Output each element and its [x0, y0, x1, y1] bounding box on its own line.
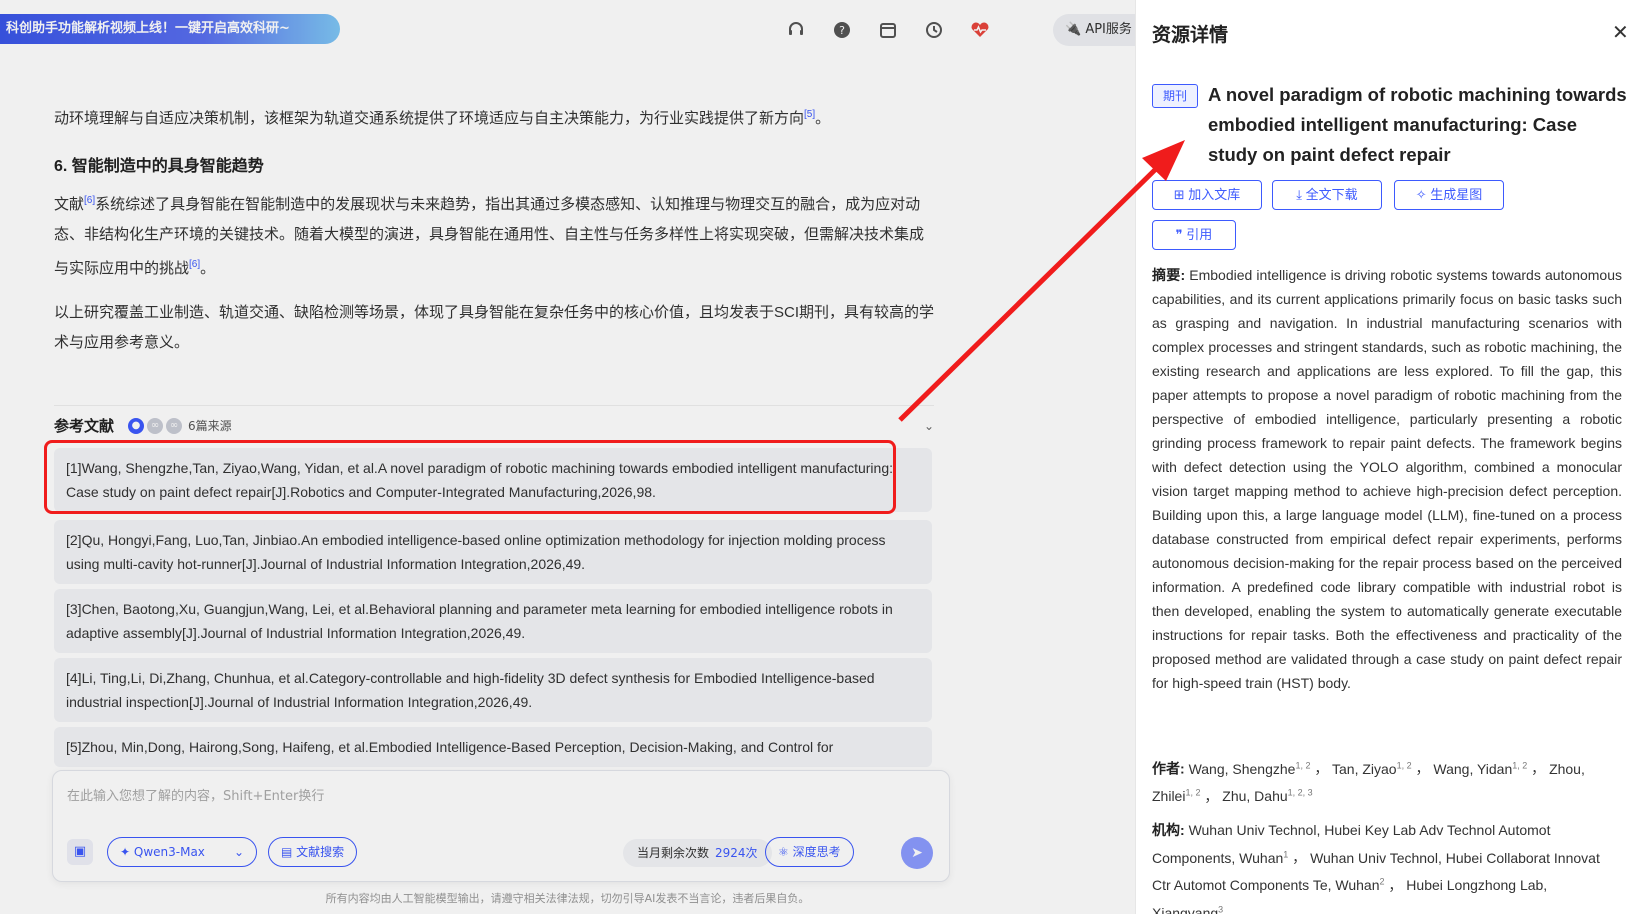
- affiliations: 机构: Wuhan Univ Technol, Hubei Key Lab Ad…: [1152, 818, 1622, 914]
- history-icon[interactable]: [919, 15, 949, 45]
- chat-input-placeholder[interactable]: 在此输入您想了解的内容，Shift+Enter换行: [67, 785, 324, 804]
- source-logo-icon: ●: [128, 417, 145, 434]
- answer-content: 动环境理解与自适应决策机制，该框架为轨道交通系统提供了环境适应与自主决策能力，为…: [54, 100, 934, 358]
- annotation-highlight-box: [44, 440, 896, 514]
- quota-label: 当月剩余次数: [637, 846, 710, 860]
- quote-icon: ❞: [1175, 227, 1183, 242]
- reference-item-3[interactable]: [3]Chen, Baotong,Xu, Guangjun,Wang, Lei,…: [54, 589, 932, 653]
- paragraph-2-text-a: 文献: [54, 196, 85, 213]
- chat-input-box[interactable]: 在此输入您想了解的内容，Shift+Enter换行 ▣ ✦ Qwen3-Max …: [52, 770, 950, 882]
- calendar-icon[interactable]: [873, 15, 903, 45]
- paragraph-2: 文献[6]系统综述了具身智能在智能制造中的发展现状与未来趋势，指出其通过多模态感…: [54, 186, 934, 284]
- model-select[interactable]: ✦ Qwen3-Max ⌄: [107, 837, 257, 867]
- paragraph-2-end: 。: [200, 260, 216, 277]
- author-name-superscript: 1, 2: [1512, 760, 1528, 770]
- author-name-superscript: 1, 2: [1295, 760, 1311, 770]
- top-bar: 科创助手功能解析视频上线！一键开启高效科研~ ? 🔌 API服务: [0, 0, 1135, 58]
- citation-link[interactable]: [6]: [84, 195, 95, 206]
- paragraph-2-text-b: 系统综述了具身智能在智能制造中的发展现状与未来趋势，指出其通过多模态感知、认知推…: [54, 196, 925, 277]
- affiliations-label: 机构:: [1152, 822, 1185, 838]
- source-icons: ● ∞ ∞: [128, 417, 183, 434]
- author-name[interactable]: Wang, Shengzhe1, 2: [1189, 760, 1311, 777]
- folder-add-icon: ⊞: [1173, 187, 1185, 202]
- paragraph-3: 以上研究覆盖工业制造、轨道交通、缺陷检测等场景，体现了具身智能在复杂任务中的核心…: [54, 304, 935, 351]
- paragraph-1-end: 。: [815, 110, 831, 127]
- affiliation-list: Wuhan Univ Technol, Hubei Key Lab Adv Te…: [1152, 822, 1600, 914]
- deep-think-label: 深度思考: [792, 845, 841, 859]
- affiliation-name-superscript: 3: [1218, 904, 1224, 914]
- heart-monitor-icon[interactable]: [965, 15, 995, 45]
- disclaimer: 所有内容均由人工智能模型输出，请遵守相关法律法规，切勿引导AI发表不当言论，违者…: [325, 892, 810, 905]
- paper-title: A novel paradigm of robotic machining to…: [1208, 84, 1627, 165]
- download-button[interactable]: ⤓ 全文下载: [1272, 180, 1382, 210]
- send-icon[interactable]: ➤: [901, 837, 933, 869]
- abstract-text: Embodied intelligence is driving robotic…: [1152, 267, 1622, 691]
- add-library-label: 加入文库: [1188, 187, 1241, 202]
- svg-text:?: ?: [839, 24, 845, 37]
- author-name-superscript: 1, 2, 3: [1287, 787, 1313, 798]
- journal-badge: 期刊: [1152, 84, 1198, 108]
- plug-icon: 🔌: [1065, 22, 1082, 37]
- separator: ，: [1288, 849, 1311, 866]
- model-icon: ✦: [120, 845, 131, 859]
- section-heading: 6. 智能制造中的具身智能趋势: [54, 158, 264, 175]
- references-header: 参考文献 ● ∞ ∞ 6篇来源 ⌄: [54, 405, 934, 435]
- api-service-button[interactable]: 🔌 API服务: [1053, 14, 1135, 46]
- separator: ，: [1310, 760, 1332, 777]
- close-icon[interactable]: ✕: [1612, 20, 1629, 45]
- separator: ，: [1384, 877, 1407, 894]
- document-icon: ▤: [281, 845, 293, 859]
- model-select-label: Qwen3-Max: [133, 845, 205, 859]
- cite-button[interactable]: ❞ 引用: [1152, 220, 1236, 250]
- panel-title: 资源详情: [1152, 25, 1229, 46]
- separator: ，: [1527, 760, 1550, 777]
- paragraph-1: 动环境理解与自适应决策机制，该框架为轨道交通系统提供了环境适应与自主决策能力，为…: [54, 100, 934, 134]
- author-name-superscript: 1, 2: [1185, 787, 1201, 798]
- literature-search-button[interactable]: ▤ 文献搜索: [268, 837, 358, 867]
- paragraph-1-text: 动环境理解与自适应决策机制，该框架为轨道交通系统提供了环境适应与自主决策能力，为…: [54, 110, 805, 127]
- author-name[interactable]: Zhu, Dahu1, 2, 3: [1222, 787, 1313, 805]
- authors: 作者: Wang, Shengzhe1, 2 ， Tan, Ziyao1, 2 …: [1152, 753, 1622, 808]
- atom-icon: ⚛: [778, 845, 789, 859]
- reference-item-4[interactable]: [4]Li, Ting,Li, Di,Zhang, Chunhua, et al…: [54, 658, 932, 722]
- download-icon: ⤓: [1296, 187, 1303, 202]
- cite-label: 引用: [1186, 227, 1213, 242]
- star-map-label: 生成星图: [1430, 187, 1483, 202]
- quota-value: 2924次: [715, 846, 758, 860]
- download-label: 全文下载: [1305, 187, 1358, 202]
- star-map-button[interactable]: ✧ 生成星图: [1394, 180, 1504, 210]
- link-icon: ∞: [166, 417, 183, 434]
- reference-item-5[interactable]: [5]Zhou, Min,Dong, Hairong,Song, Haifeng…: [54, 727, 932, 767]
- literature-search-label: 文献搜索: [296, 845, 345, 859]
- folder-icon[interactable]: ▣: [67, 839, 93, 865]
- author-name-superscript: 1, 2: [1396, 760, 1412, 770]
- author-list: Wang, Shengzhe1, 2 ， Tan, Ziyao1, 2 ， Wa…: [1152, 760, 1585, 805]
- separator: ，: [1411, 760, 1434, 777]
- deep-think-button[interactable]: ⚛ 深度思考: [765, 837, 854, 867]
- chevron-down-icon: ⌄: [233, 845, 244, 859]
- add-library-button[interactable]: ⊞ 加入文库: [1152, 180, 1262, 210]
- resource-detail-panel: 资源详情 ✕ 期刊 A novel paradigm of robotic ma…: [1135, 0, 1635, 914]
- promo-banner[interactable]: 科创助手功能解析视频上线！一键开启高效科研~: [0, 14, 340, 44]
- authors-label: 作者:: [1152, 760, 1185, 777]
- api-service-label: API服务: [1085, 22, 1132, 37]
- author-name[interactable]: Wang, Yidan1, 2: [1433, 760, 1528, 777]
- link-icon: ∞: [147, 417, 164, 434]
- abstract: 摘要: Embodied intelligence is driving rob…: [1152, 263, 1622, 695]
- abstract-label: 摘要:: [1152, 267, 1186, 283]
- help-icon[interactable]: ?: [827, 15, 857, 45]
- citation-link[interactable]: [6]: [189, 259, 200, 270]
- monthly-quota: 当月剩余次数 2924次: [623, 839, 772, 867]
- reference-item-2[interactable]: [2]Qu, Hongyi,Fang, Luo,Tan, Jinbiao.An …: [54, 520, 932, 584]
- citation-link[interactable]: [5]: [804, 109, 815, 120]
- source-count: 6篇来源: [188, 419, 232, 433]
- author-name[interactable]: Tan, Ziyao1, 2: [1332, 760, 1412, 777]
- separator: ，: [1200, 788, 1223, 805]
- star-map-icon: ✧: [1415, 187, 1427, 202]
- chevron-down-icon[interactable]: ⌄: [924, 419, 934, 433]
- headset-icon[interactable]: [781, 15, 811, 45]
- references-title: 参考文献: [54, 417, 115, 435]
- main-area: 科创助手功能解析视频上线！一键开启高效科研~ ? 🔌 API服务 动环境理解与自…: [0, 0, 1135, 914]
